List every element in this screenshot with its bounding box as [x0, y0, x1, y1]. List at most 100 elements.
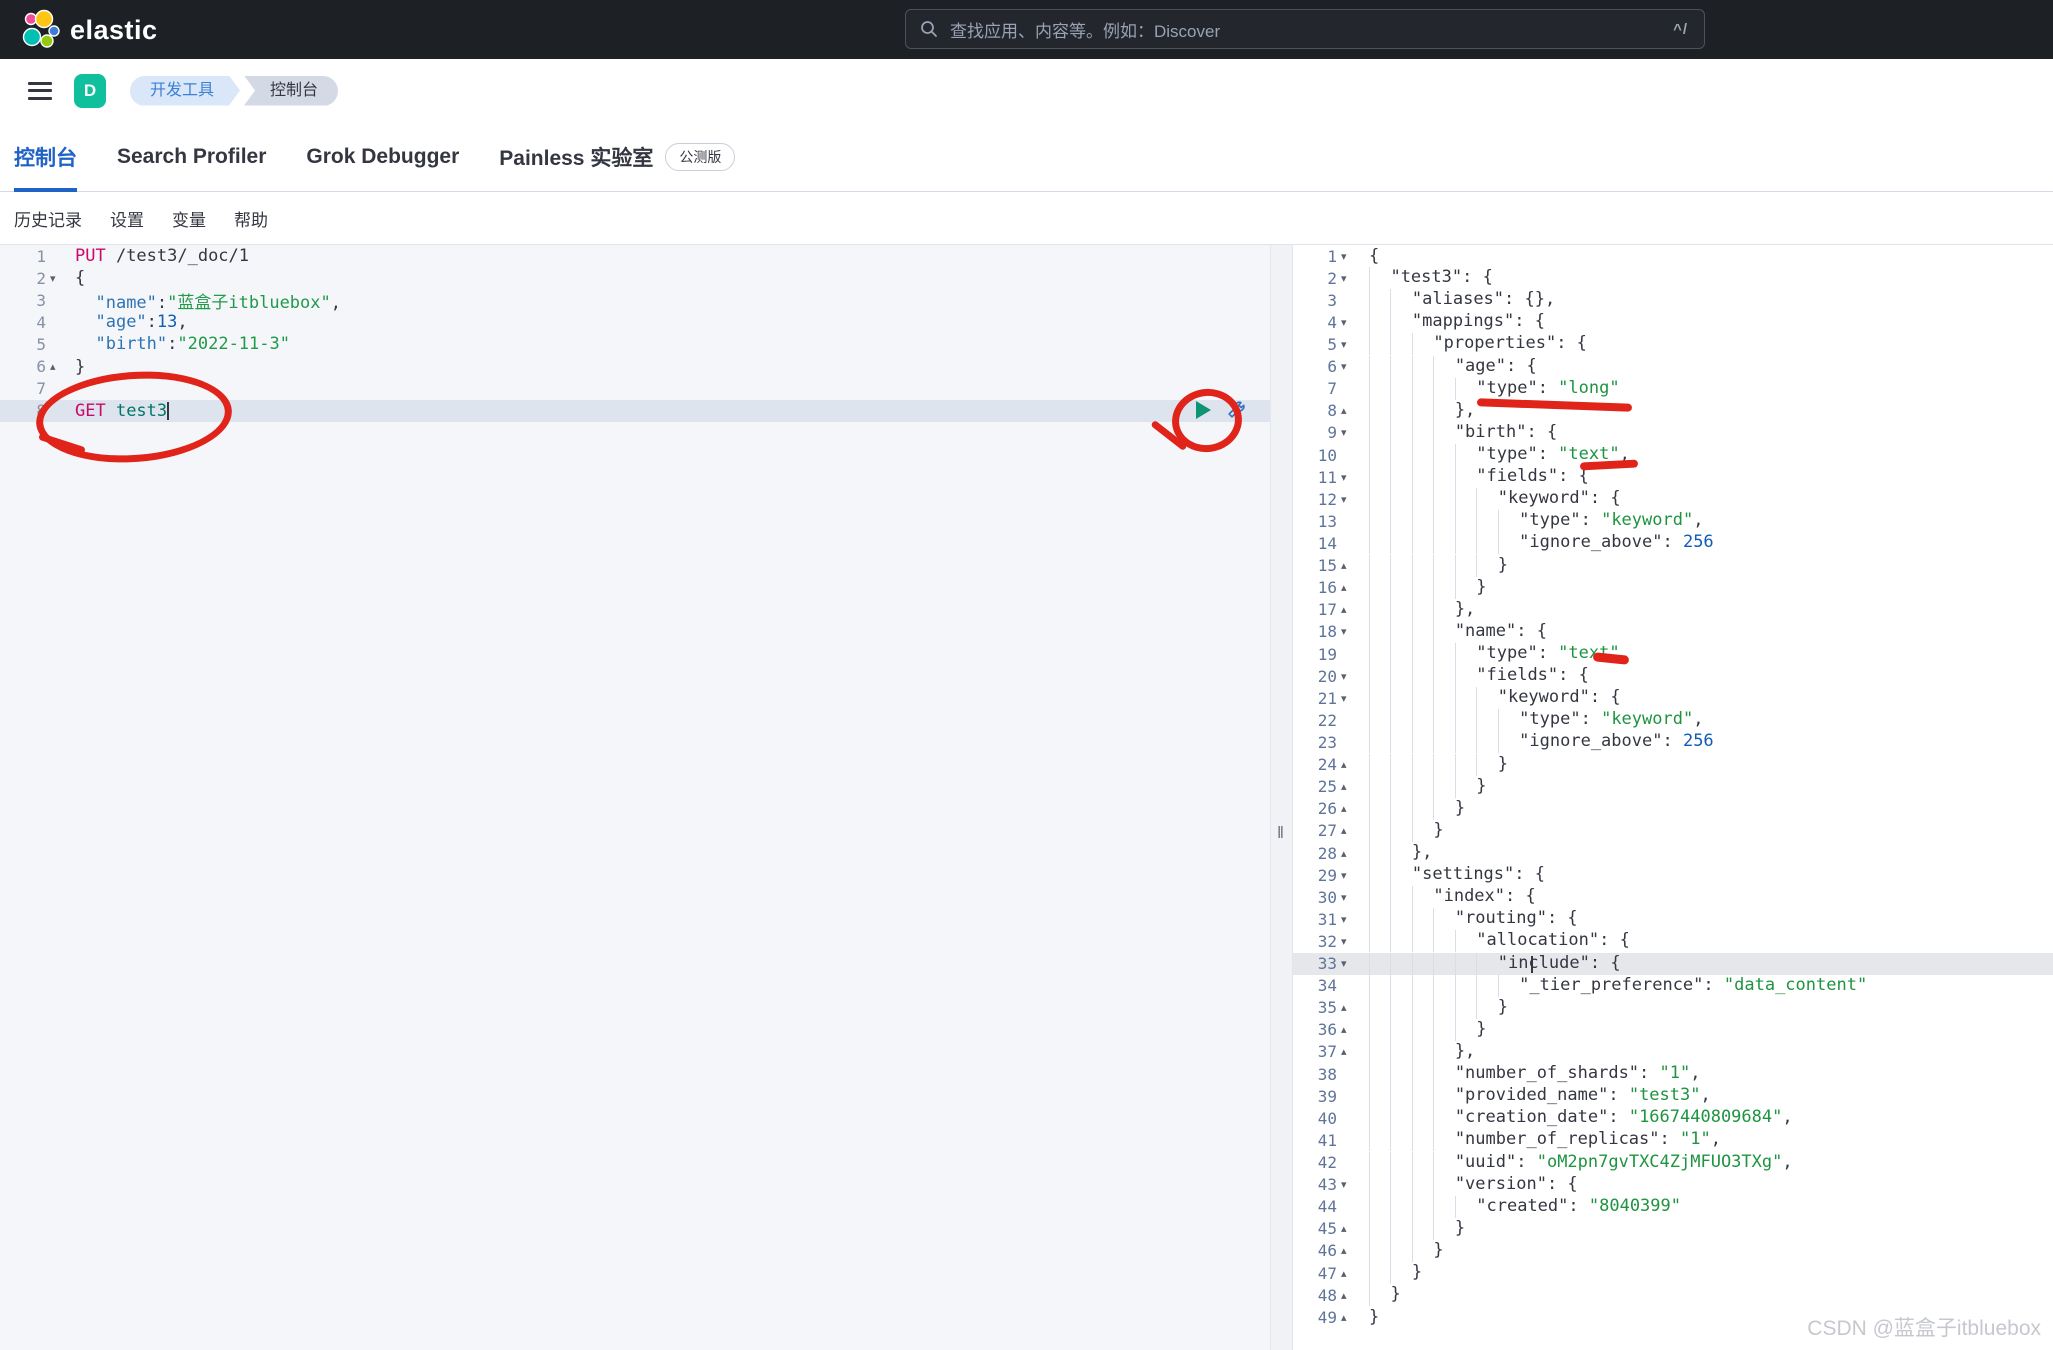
- response-output-panel[interactable]: 1▾{2▾"test3": {3"aliases": {},4▾"mapping…: [1292, 245, 2053, 1350]
- fold-caret-icon[interactable]: ▾: [1337, 250, 1361, 263]
- fold-caret-icon[interactable]: ▾: [1337, 316, 1361, 329]
- devtools-tabs: 控制台 Search Profiler Grok Debugger Painless …: [0, 122, 2053, 192]
- fold-caret-icon[interactable]: ▾: [1337, 360, 1361, 373]
- indent-guide: [1369, 1041, 1390, 1063]
- indent-guide: [1390, 798, 1411, 820]
- fold-caret-icon[interactable]: ▴: [1337, 1045, 1361, 1058]
- line-number: 5: [0, 335, 46, 354]
- fold-caret-icon[interactable]: ▴: [1337, 847, 1361, 860]
- code-line: 35▴}: [1293, 997, 2053, 1019]
- line-number: 44: [1293, 1197, 1337, 1216]
- line-number: 19: [1293, 645, 1337, 664]
- indent-guide: [1455, 930, 1476, 952]
- code-line: 25▴}: [1293, 776, 2053, 798]
- code-line: 2▾{: [0, 267, 1270, 289]
- indent-guide: [1412, 488, 1433, 510]
- indent-guide: [1412, 1152, 1433, 1174]
- tab-grok-debugger[interactable]: Grok Debugger: [306, 122, 459, 191]
- fold-caret-icon[interactable]: ▾: [46, 272, 70, 285]
- indent-guide: [1433, 709, 1454, 731]
- code-line: 2▾"test3": {: [1293, 267, 2053, 289]
- fold-caret-icon[interactable]: ▴: [1337, 758, 1361, 771]
- indent-guide: [1369, 1063, 1390, 1085]
- global-search-input[interactable]: 查找应用、内容等。例如：Discover ^/: [905, 9, 1705, 49]
- send-request-button[interactable]: [1196, 401, 1211, 419]
- indent-guide: [1433, 687, 1454, 709]
- menu-item[interactable]: 历史记录: [14, 206, 82, 231]
- fold-caret-icon[interactable]: ▴: [1337, 1222, 1361, 1235]
- indent-guide: [1369, 378, 1390, 400]
- fold-caret-icon[interactable]: ▾: [1337, 935, 1361, 948]
- fold-caret-icon[interactable]: ▾: [1337, 913, 1361, 926]
- indent-guide: [1412, 776, 1433, 798]
- space-avatar[interactable]: D: [74, 74, 106, 108]
- menu-item[interactable]: 帮助: [234, 206, 268, 231]
- indent-guide: [1433, 1174, 1454, 1196]
- line-number: 8: [1293, 401, 1337, 420]
- indent-guide: [1369, 754, 1390, 776]
- indent-guide: [1369, 1019, 1390, 1041]
- indent-guide: [1433, 953, 1454, 975]
- indent-guide: [1476, 997, 1497, 1019]
- fold-caret-icon[interactable]: ▴: [1337, 581, 1361, 594]
- indent-guide: [1455, 709, 1476, 731]
- fold-caret-icon[interactable]: ▾: [1337, 272, 1361, 285]
- indent-guide: [1476, 555, 1497, 577]
- indent-guide: [1412, 997, 1433, 1019]
- fold-caret-icon[interactable]: ▾: [1337, 869, 1361, 882]
- line-number: 41: [1293, 1131, 1337, 1150]
- fold-caret-icon[interactable]: ▴: [1337, 1023, 1361, 1036]
- fold-caret-icon[interactable]: ▾: [1337, 891, 1361, 904]
- fold-caret-icon[interactable]: ▾: [1337, 692, 1361, 705]
- indent-guide: [1433, 1107, 1454, 1129]
- fold-caret-icon[interactable]: ▾: [1337, 1178, 1361, 1191]
- panel-resizer-handle[interactable]: ‖: [1270, 245, 1294, 1350]
- request-editor-panel[interactable]: 1PUT /test3/_doc/12▾{3 "name":"蓝盒子itblue…: [0, 245, 1270, 1350]
- fold-caret-icon[interactable]: ▾: [1337, 957, 1361, 970]
- fold-caret-icon[interactable]: ▴: [1337, 1311, 1361, 1324]
- fold-caret-icon[interactable]: ▴: [1337, 404, 1361, 417]
- fold-caret-icon[interactable]: ▾: [1337, 471, 1361, 484]
- menu-item[interactable]: 变量: [172, 206, 206, 231]
- fold-caret-icon[interactable]: ▴: [46, 360, 70, 373]
- fold-caret-icon[interactable]: ▴: [1337, 603, 1361, 616]
- indent-guide: [1390, 709, 1411, 731]
- fold-caret-icon[interactable]: ▾: [1337, 426, 1361, 439]
- code-line: 38"number_of_shards": "1",: [1293, 1063, 2053, 1085]
- fold-caret-icon[interactable]: ▴: [1337, 824, 1361, 837]
- indent-guide: [1412, 643, 1433, 665]
- indent-guide: [1390, 1152, 1411, 1174]
- fold-caret-icon[interactable]: ▴: [1337, 1244, 1361, 1257]
- breadcrumb-item[interactable]: 开发工具: [130, 76, 240, 106]
- indent-guide: [1455, 953, 1476, 975]
- fold-caret-icon[interactable]: ▾: [1337, 338, 1361, 351]
- fold-caret-icon[interactable]: ▴: [1337, 780, 1361, 793]
- request-wrench-icon[interactable]: [1225, 399, 1247, 421]
- line-number: 49: [1293, 1308, 1337, 1327]
- menu-item[interactable]: 设置: [110, 206, 144, 231]
- fold-caret-icon[interactable]: ▴: [1337, 1267, 1361, 1280]
- tab-painless-实验室[interactable]: Painless 实验室公测版: [499, 122, 735, 191]
- fold-caret-icon[interactable]: ▾: [1337, 670, 1361, 683]
- indent-guide: [1369, 1218, 1390, 1240]
- indent-guide: [1390, 1196, 1411, 1218]
- elastic-brand[interactable]: elastic: [20, 9, 158, 51]
- fold-caret-icon[interactable]: ▴: [1337, 1289, 1361, 1302]
- tab-search-profiler[interactable]: Search Profiler: [117, 122, 266, 191]
- code-line: 24▴}: [1293, 754, 2053, 776]
- code-line: 39"provided_name": "test3",: [1293, 1085, 2053, 1107]
- tab-控制台[interactable]: 控制台: [14, 122, 77, 191]
- line-number: 38: [1293, 1065, 1337, 1084]
- fold-caret-icon[interactable]: ▴: [1337, 1001, 1361, 1014]
- indent-guide: [1433, 1196, 1454, 1218]
- fold-caret-icon[interactable]: ▴: [1337, 802, 1361, 815]
- breadcrumb-item[interactable]: 控制台: [244, 76, 338, 106]
- fold-caret-icon[interactable]: ▾: [1337, 625, 1361, 638]
- line-number: 18: [1293, 622, 1337, 641]
- indent-guide: [1369, 820, 1390, 842]
- code-line: 23"ignore_above": 256: [1293, 731, 2053, 753]
- line-number: 4: [0, 313, 46, 332]
- fold-caret-icon[interactable]: ▴: [1337, 559, 1361, 572]
- menu-hamburger-icon[interactable]: [28, 82, 52, 100]
- fold-caret-icon[interactable]: ▾: [1337, 493, 1361, 506]
